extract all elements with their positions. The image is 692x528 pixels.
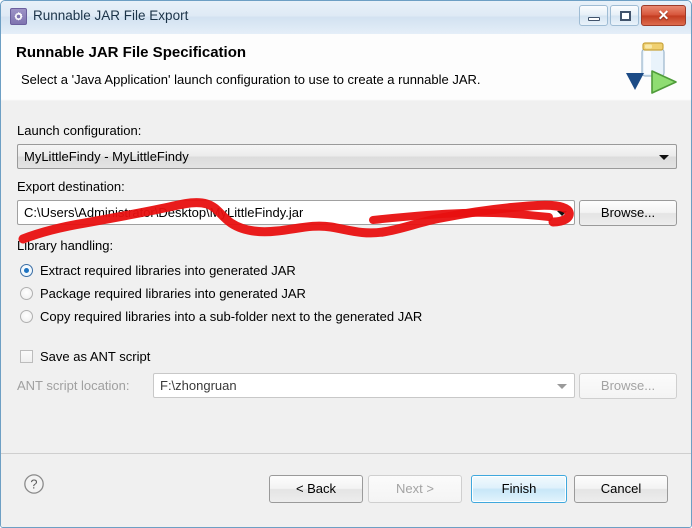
close-icon: ✕ [657,7,670,23]
chevron-down-icon [659,155,669,160]
ant-script-location-combo[interactable]: F:\zhongruan [153,373,575,398]
title-bar: Runnable JAR File Export ✕ [1,1,691,35]
radio-copy-libraries-mark [20,310,33,323]
save-as-ant-checkbox-label: Save as ANT script [40,349,151,364]
dialog-footer: ? < Back Next > Finish Cancel [1,453,691,527]
finish-button[interactable]: Finish [471,475,567,503]
back-button[interactable]: < Back [269,475,363,503]
export-destination-combo[interactable]: C:\Users\Administrator\Desktop\MyLittleF… [17,200,575,225]
export-destination-browse-button[interactable]: Browse... [579,200,677,226]
launch-configuration-label: Launch configuration: [17,123,142,138]
minimize-button[interactable] [579,5,608,26]
cancel-button[interactable]: Cancel [574,475,668,503]
ant-script-browse-button[interactable]: Browse... [579,373,677,399]
help-icon[interactable]: ? [23,473,45,495]
page-description: Select a 'Java Application' launch confi… [21,72,481,87]
gear-icon-svg [14,11,23,21]
radio-extract-libraries-mark [20,264,33,277]
dialog-body: Launch configuration: MyLittleFindy - My… [1,101,691,453]
svg-text:?: ? [30,477,37,492]
gear-icon [10,8,27,25]
window-title: Runnable JAR File Export [33,8,189,23]
library-handling-label: Library handling: [17,238,114,253]
close-button[interactable]: ✕ [641,5,686,26]
jar-export-icon [626,42,677,94]
chevron-down-icon [557,211,567,216]
dialog-header: Runnable JAR File Specification Select a… [1,34,691,102]
radio-extract-libraries-label: Extract required libraries into generate… [40,263,296,278]
launch-configuration-value: MyLittleFindy - MyLittleFindy [24,149,189,164]
minimize-icon [588,17,600,21]
export-destination-label: Export destination: [17,179,125,194]
maximize-icon [620,11,631,21]
save-as-ant-checkbox-mark [20,350,33,363]
page-title: Runnable JAR File Specification [16,44,247,61]
radio-copy-libraries-label: Copy required libraries into a sub-folde… [40,309,423,324]
ant-script-location-label: ANT script location: [17,378,130,393]
export-destination-value: C:\Users\Administrator\Desktop\MyLittleF… [24,205,304,220]
dialog-window: Runnable JAR File Export ✕ Runnable JAR … [0,0,692,528]
radio-package-libraries-mark [20,287,33,300]
launch-configuration-combo[interactable]: MyLittleFindy - MyLittleFindy [17,144,677,169]
ant-script-location-value: F:\zhongruan [160,378,237,393]
window-controls: ✕ [577,5,686,27]
chevron-down-icon [557,384,567,389]
radio-package-libraries-label: Package required libraries into generate… [40,286,306,301]
maximize-button[interactable] [610,5,639,26]
next-button[interactable]: Next > [368,475,462,503]
